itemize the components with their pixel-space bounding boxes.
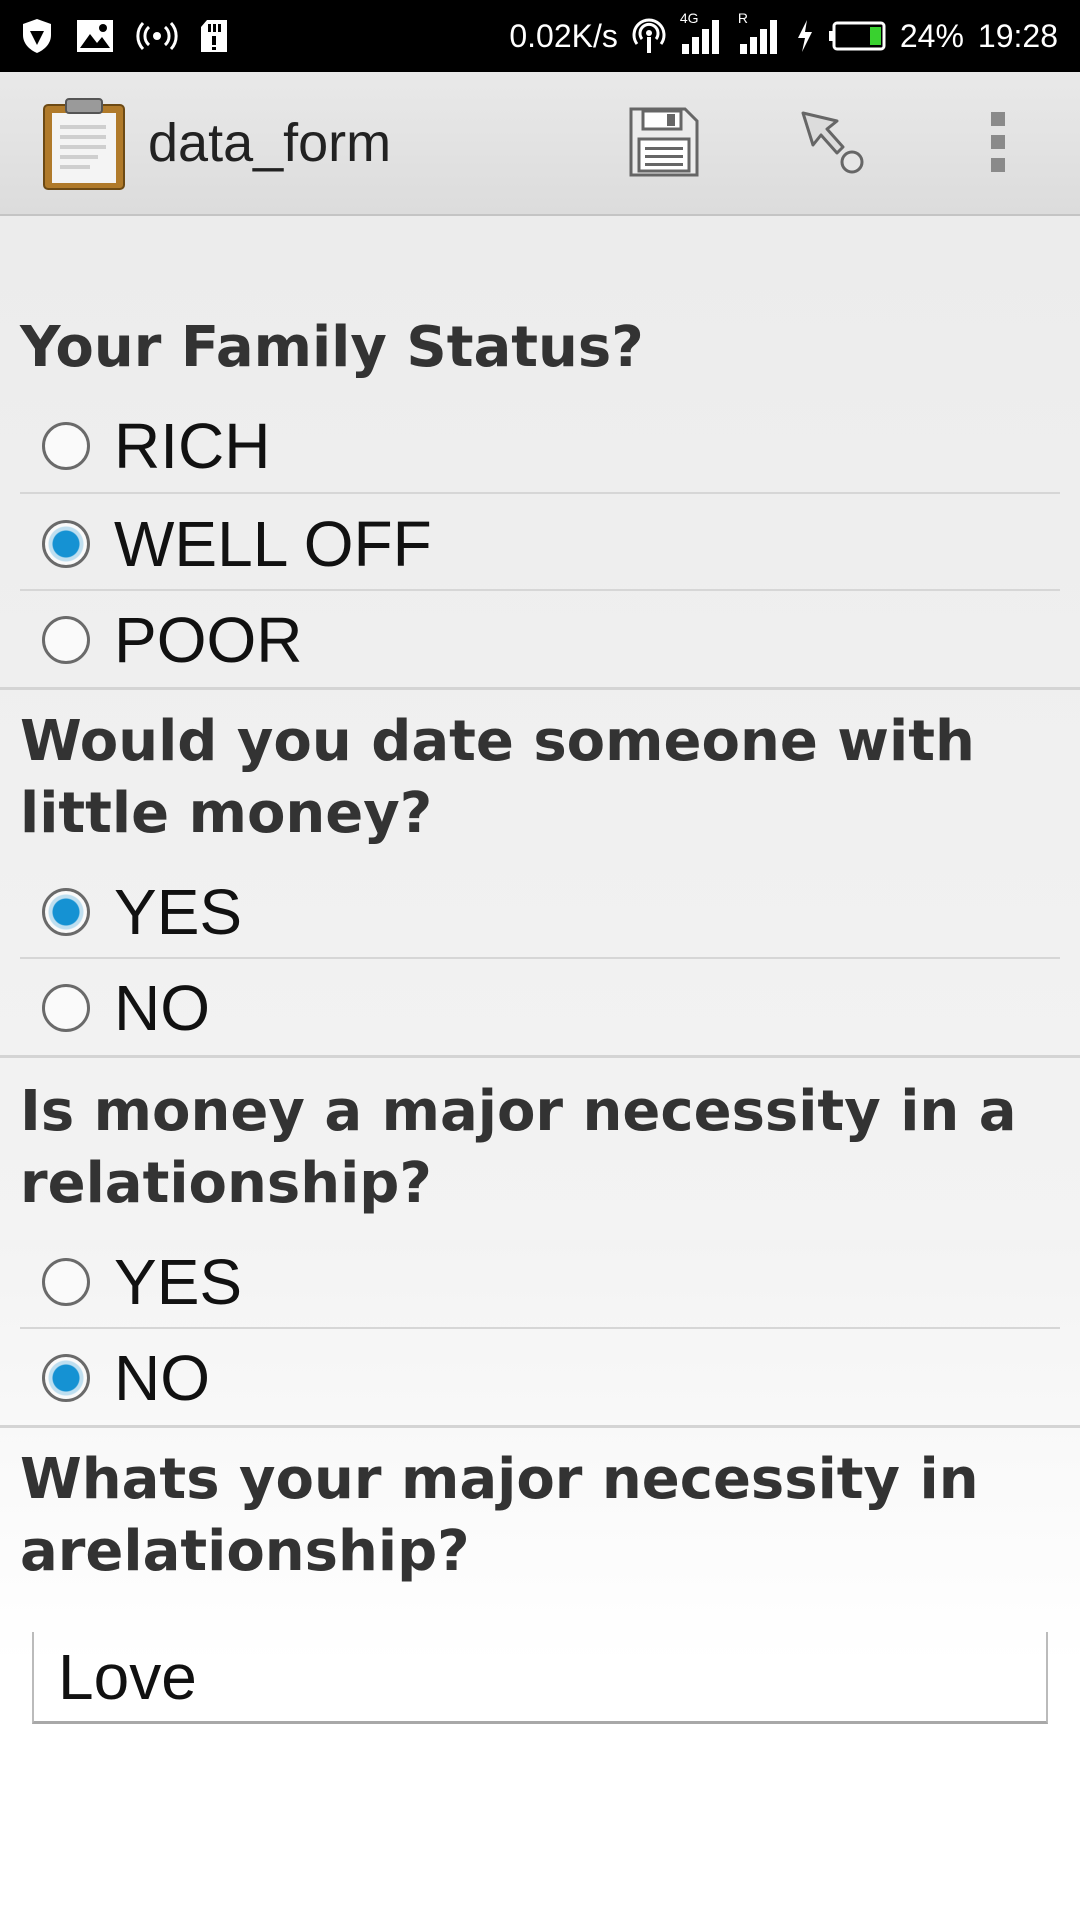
radio-button[interactable] (42, 616, 90, 664)
option-label: WELL OFF (114, 508, 432, 580)
option-no[interactable]: NO (20, 1330, 1060, 1426)
network-type: 4G (679, 10, 699, 26)
option-label: YES (114, 876, 243, 948)
app-title: data_form (148, 113, 392, 173)
question-date-little-money: Would you date someone with little money… (20, 709, 975, 846)
overflow-menu-button[interactable] (956, 102, 1040, 186)
option-yes[interactable]: YES (20, 864, 1060, 960)
question-family-status: Your Family Status? (20, 315, 644, 380)
radio-button-selected[interactable] (42, 888, 90, 936)
image-icon (76, 19, 114, 53)
save-button[interactable] (622, 102, 706, 186)
option-label: POOR (114, 604, 303, 676)
hotspot-icon (632, 17, 666, 55)
clipboard-icon[interactable] (40, 95, 128, 191)
answer-text-field[interactable]: Love (32, 1632, 1048, 1724)
signal-icon: 4G (680, 10, 724, 54)
question-money-necessity: Is money a major necessity in a relation… (20, 1079, 1017, 1216)
save-icon (627, 105, 701, 184)
divider (20, 589, 1060, 591)
point-button[interactable] (790, 102, 874, 186)
broadcast-icon (136, 21, 178, 51)
option-no[interactable]: NO (20, 960, 1060, 1056)
divider (20, 1327, 1060, 1329)
sd-card-icon (200, 19, 228, 53)
network-speed: 0.02K/s (509, 17, 618, 54)
status-bar: 0.02K/s 4G R 24% 19:28 (0, 0, 1080, 72)
form-content: Your Family Status? RICH WELL OFF POOR W… (0, 216, 1080, 1920)
overflow-menu-icon (988, 110, 1008, 179)
roaming-indicator: R (737, 10, 748, 26)
option-rich[interactable]: RICH (20, 398, 1060, 494)
group-divider (0, 1425, 1080, 1428)
clock: 19:28 (977, 17, 1058, 54)
option-label: NO (114, 972, 210, 1044)
divider (20, 957, 1060, 959)
divider (20, 492, 1060, 494)
option-label: YES (114, 1246, 243, 1318)
group-divider (0, 687, 1080, 690)
radio-button[interactable] (42, 422, 90, 470)
option-well-off[interactable]: WELL OFF (20, 496, 1060, 592)
battery-icon (828, 21, 886, 51)
radio-button-selected[interactable] (42, 1354, 90, 1402)
signal-roaming-icon: R (738, 10, 782, 54)
option-label: RICH (114, 410, 271, 482)
pointer-icon (797, 107, 867, 182)
battery-percent: 24% (899, 17, 964, 54)
radio-button[interactable] (42, 984, 90, 1032)
answer-value: Love (58, 1640, 197, 1713)
app-bar: data_form (0, 72, 1080, 216)
option-poor[interactable]: POOR (20, 592, 1060, 688)
radio-button-selected[interactable] (42, 520, 90, 568)
group-divider (0, 1055, 1080, 1058)
charging-icon (796, 19, 814, 53)
question-major-necessity: Whats your major necessity in arelations… (20, 1447, 979, 1584)
shield-icon (20, 17, 54, 55)
radio-button[interactable] (42, 1258, 90, 1306)
option-yes[interactable]: YES (20, 1234, 1060, 1330)
option-label: NO (114, 1342, 210, 1414)
